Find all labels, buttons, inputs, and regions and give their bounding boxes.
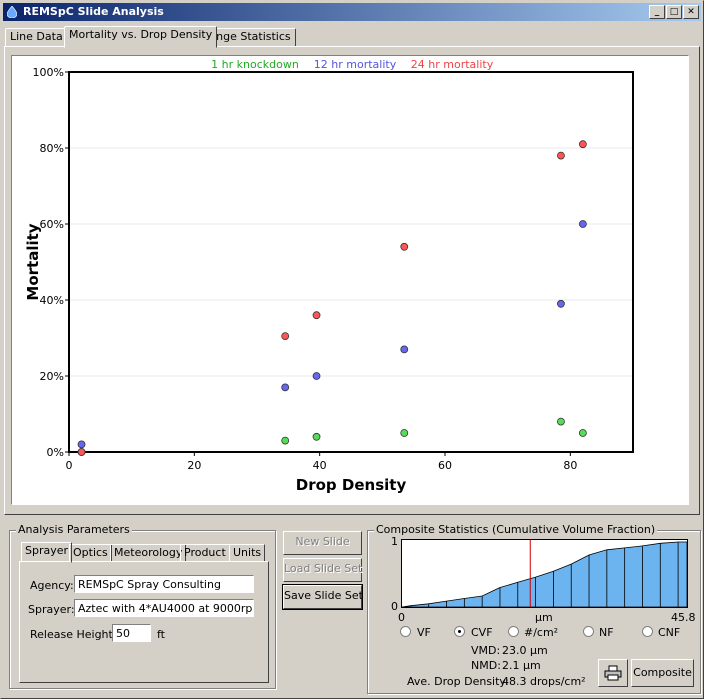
agency-field[interactable]: REMSpC Spray Consulting — [74, 575, 254, 593]
agency-label: Agency: — [30, 579, 74, 592]
nf-radio-label: NF — [599, 626, 614, 639]
drop-icon — [7, 6, 17, 18]
cvf-radio[interactable] — [454, 626, 465, 637]
release-height-label: Release Height: — [30, 628, 117, 641]
x-tick-label: 60 — [438, 459, 452, 472]
data-point — [578, 140, 587, 149]
drop-density-value: 48.3 drops/cm² — [502, 675, 586, 688]
subtab-units[interactable]: Units — [229, 544, 266, 562]
mortality-chart: 0% 20% 40% 60% 80% 100% 0 20 40 60 80 Drop Density M… — [24, 58, 634, 494]
maximize-button[interactable]: □ — [666, 5, 682, 19]
cvf-histogram — [402, 540, 687, 607]
drop-density-label: Ave. Drop Density: — [407, 675, 509, 688]
count-per-cm2-label: #/cm² — [524, 626, 559, 639]
y-tick-label: 80% — [40, 142, 64, 155]
composite-button[interactable]: Composite — [631, 659, 694, 687]
data-point — [312, 311, 321, 320]
analysis-parameters-title: Analysis Parameters — [16, 523, 132, 536]
vf-radio[interactable] — [400, 626, 411, 637]
x-tick-label: 0 — [66, 459, 73, 472]
y-tick-label: 40% — [40, 294, 64, 307]
cvf-radio-label: CVF — [471, 626, 493, 639]
composite-statistics-title: Composite Statistics (Cumulative Volume … — [374, 523, 658, 536]
cvf-y-min: 0 — [391, 600, 398, 613]
nmd-value: 2.1 µm — [502, 659, 541, 672]
data-point — [400, 242, 409, 251]
data-point — [578, 429, 587, 437]
legend-entry: 24 hr mortality — [411, 58, 494, 71]
data-point — [400, 429, 409, 437]
subtab-sprayer[interactable]: Sprayer — [21, 542, 73, 563]
data-point — [281, 436, 290, 445]
sprayer-label: Sprayer: — [28, 603, 75, 616]
x-tick-label: 80 — [563, 459, 577, 472]
y-axis-label: Mortality — [24, 223, 42, 300]
y-tick-label: 60% — [40, 218, 64, 231]
y-tick-label: 0% — [47, 446, 64, 459]
app-window: REMSpC Slide Analysis _ □ ✕ Line Data Mo… — [0, 0, 704, 699]
cvf-x-max: 45.8 — [671, 611, 696, 624]
vmd-value: 23.0 µm — [502, 644, 548, 657]
close-button[interactable]: ✕ — [683, 5, 699, 19]
cvf-x-unit: µm — [535, 611, 553, 624]
cvf-plot-frame — [401, 539, 688, 608]
data-point — [557, 417, 565, 426]
minimize-button[interactable]: _ — [649, 5, 665, 19]
nmd-label: NMD: — [471, 659, 501, 672]
load-slide-set-button[interactable]: Load Slide Set — [283, 558, 362, 582]
cvf-x-min: 0 — [398, 611, 405, 624]
tab-mortality-vs-drop-density[interactable]: Mortality vs. Drop Density — [64, 26, 218, 48]
data-point — [312, 372, 321, 380]
x-tick-label: 40 — [313, 459, 327, 472]
nf-radio[interactable] — [583, 626, 594, 637]
data-point — [77, 440, 86, 449]
cnf-radio[interactable] — [642, 626, 653, 637]
data-point — [578, 220, 587, 228]
release-height-unit: ft — [157, 628, 165, 641]
subtab-meteorology[interactable]: Meteorology — [110, 544, 187, 562]
window-title: REMSpC Slide Analysis — [23, 5, 164, 18]
data-point — [400, 345, 409, 354]
title-bar[interactable]: REMSpC Slide Analysis _ □ ✕ — [3, 3, 701, 21]
data-point — [281, 383, 290, 392]
x-axis-label: Drop Density — [296, 476, 407, 494]
legend-entry: 1 hr knockdown — [211, 58, 299, 71]
sprayer-field[interactable]: Aztec with 4*AU4000 at 9000rpm — [74, 599, 254, 617]
cnf-radio-label: CNF — [658, 626, 681, 639]
cvf-y-max: 1 — [391, 535, 398, 548]
chart-area: 0% 20% 40% 60% 80% 100% 0 20 40 60 80 Drop Density M… — [11, 55, 689, 505]
plot-frame — [68, 71, 634, 453]
cvf-area — [402, 541, 687, 607]
vmd-label: VMD: — [471, 644, 501, 657]
data-point — [557, 151, 565, 160]
count-per-cm2-radio[interactable] — [508, 626, 519, 637]
subtab-optics[interactable]: Optics — [69, 544, 112, 562]
data-point — [281, 332, 290, 341]
data-point — [77, 448, 86, 456]
subtab-product[interactable]: Product — [180, 544, 230, 562]
tab-line-data[interactable]: Line Data — [5, 28, 68, 47]
y-tick-label: 20% — [40, 370, 64, 383]
printer-icon — [604, 665, 622, 681]
data-point — [557, 299, 565, 308]
x-tick-label: 20 — [187, 459, 201, 472]
vf-radio-label: VF — [417, 626, 431, 639]
new-slide-button[interactable]: New Slide — [283, 531, 362, 555]
save-slide-set-button[interactable]: Save Slide Set — [282, 584, 363, 610]
print-button[interactable] — [598, 659, 628, 687]
data-point — [312, 432, 321, 441]
release-height-field[interactable]: 50 — [112, 624, 151, 642]
y-tick-label: 100% — [33, 66, 64, 79]
legend-entry: 12 hr mortality — [314, 58, 397, 71]
